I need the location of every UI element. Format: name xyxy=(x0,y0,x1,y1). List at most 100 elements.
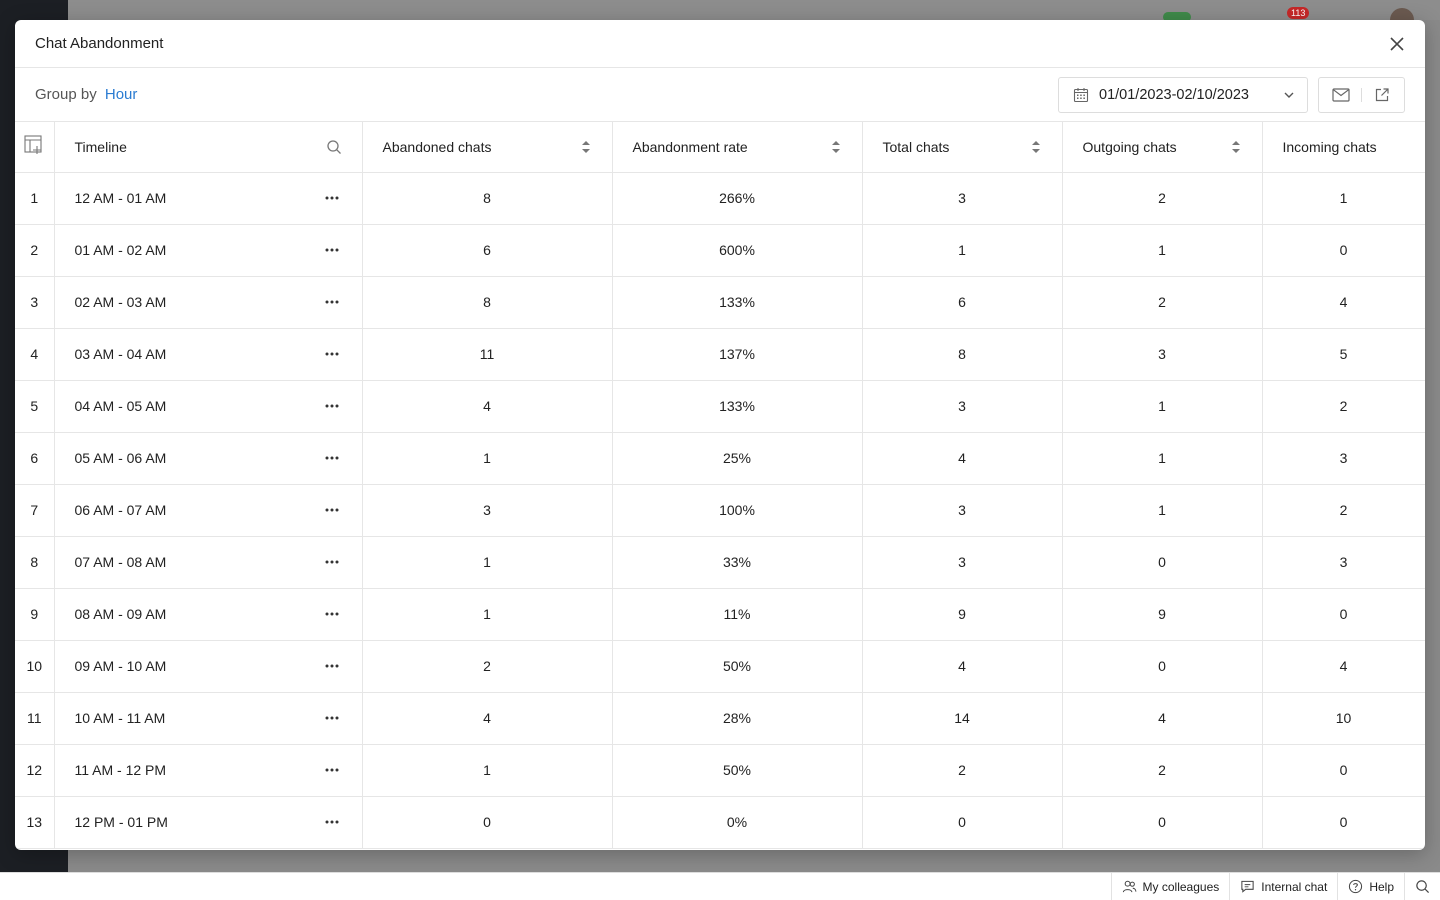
header-incoming-chats[interactable]: Incoming chats xyxy=(1262,122,1425,173)
table-body: 1 12 AM - 01 AM 8 266% 3 2 1 2 01 AM - 02 AM 6 600… xyxy=(15,172,1425,849)
table-row: 1 12 AM - 01 AM 8 266% 3 2 1 xyxy=(15,172,1425,225)
external-link-icon xyxy=(1375,87,1389,101)
row-more-button[interactable] xyxy=(322,448,342,468)
help-label: Help xyxy=(1369,879,1394,894)
outgoing-chats-cell: 1 xyxy=(1062,432,1263,485)
global-search-button[interactable] xyxy=(1404,872,1440,900)
timeline-value: 09 AM - 10 AM xyxy=(74,658,167,674)
chevron-down-icon xyxy=(1284,92,1294,98)
row-more-button[interactable] xyxy=(322,656,342,676)
incoming-chats-cell: 0 xyxy=(1262,588,1425,641)
abandonment-rate-cell: 133% xyxy=(612,380,863,433)
total-chats-cell: 3 xyxy=(862,172,1063,225)
outgoing-chats-cell: 2 xyxy=(1062,276,1263,329)
row-index: 12 xyxy=(15,744,55,797)
row-index: 8 xyxy=(15,536,55,589)
timeline-value: 07 AM - 08 AM xyxy=(74,554,167,570)
row-more-button[interactable] xyxy=(322,812,342,832)
search-icon[interactable] xyxy=(326,139,342,155)
more-horizontal-icon xyxy=(325,300,338,304)
timeline-cell: 02 AM - 03 AM xyxy=(54,276,363,329)
row-index: 11 xyxy=(15,692,55,745)
internal-chat-button[interactable]: Internal chat xyxy=(1229,872,1337,900)
row-more-button[interactable] xyxy=(322,292,342,312)
row-more-button[interactable] xyxy=(322,240,342,260)
column-settings-button[interactable] xyxy=(23,134,45,156)
header-incoming-chats-label: Incoming chats xyxy=(1282,138,1377,155)
incoming-chats-cell: 0 xyxy=(1262,744,1425,797)
row-index: 5 xyxy=(15,380,55,433)
table-row: 7 06 AM - 07 AM 3 100% 3 1 2 xyxy=(15,484,1425,537)
outgoing-chats-cell: 3 xyxy=(1062,328,1263,381)
sort-icon[interactable] xyxy=(1030,139,1042,155)
sort-icon[interactable] xyxy=(830,139,842,155)
total-chats-cell: 4 xyxy=(862,432,1063,485)
abandonment-rate-cell: 50% xyxy=(612,744,863,797)
timeline-cell: 08 AM - 09 AM xyxy=(54,588,363,641)
abandonment-rate-cell: 266% xyxy=(612,172,863,225)
outgoing-chats-cell: 2 xyxy=(1062,172,1263,225)
abandoned-chats-cell: 8 xyxy=(362,276,613,329)
row-more-button[interactable] xyxy=(322,604,342,624)
sort-icon[interactable] xyxy=(580,139,592,155)
my-colleagues-button[interactable]: My colleagues xyxy=(1110,872,1230,900)
row-more-button[interactable] xyxy=(322,552,342,572)
row-more-button[interactable] xyxy=(322,188,342,208)
header-total-chats[interactable]: Total chats xyxy=(862,122,1063,173)
export-actions xyxy=(1318,76,1405,113)
header-abandoned-chats[interactable]: Abandoned chats xyxy=(362,122,613,173)
row-more-button[interactable] xyxy=(322,500,342,520)
help-button[interactable]: Help xyxy=(1337,872,1404,900)
header-abandonment-rate[interactable]: Abandonment rate xyxy=(612,122,863,173)
incoming-chats-cell: 10 xyxy=(1262,692,1425,745)
outgoing-chats-cell: 1 xyxy=(1062,224,1263,277)
outgoing-chats-cell: 1 xyxy=(1062,484,1263,537)
row-more-button[interactable] xyxy=(322,708,342,728)
outgoing-chats-cell: 0 xyxy=(1062,640,1263,693)
date-range-picker[interactable]: 01/01/2023-02/10/2023 xyxy=(1058,76,1308,113)
incoming-chats-cell: 2 xyxy=(1262,380,1425,433)
row-more-button[interactable] xyxy=(322,396,342,416)
more-horizontal-icon xyxy=(325,560,338,564)
timeline-cell: 12 AM - 01 AM xyxy=(54,172,363,225)
more-horizontal-icon xyxy=(325,352,338,356)
table-columns-icon xyxy=(24,135,42,155)
internal-chat-label: Internal chat xyxy=(1261,879,1328,894)
table-row: 11 10 AM - 11 AM 4 28% 14 4 10 xyxy=(15,692,1425,745)
calendar-icon xyxy=(1073,87,1089,102)
total-chats-cell: 3 xyxy=(862,380,1063,433)
row-index: 4 xyxy=(15,328,55,381)
timeline-value: 06 AM - 07 AM xyxy=(74,502,167,518)
timeline-cell: 12 PM - 01 PM xyxy=(54,796,363,849)
more-horizontal-icon xyxy=(325,768,338,772)
row-more-button[interactable] xyxy=(322,344,342,364)
notification-badge: 113 xyxy=(1287,7,1310,19)
my-colleagues-label: My colleagues xyxy=(1142,879,1220,894)
timeline-value: 12 PM - 01 PM xyxy=(74,814,168,830)
row-index: 3 xyxy=(15,276,55,329)
abandoned-chats-cell: 4 xyxy=(362,692,613,745)
row-more-button[interactable] xyxy=(322,760,342,780)
group-by-value[interactable]: Hour xyxy=(105,86,138,103)
header-outgoing-chats[interactable]: Outgoing chats xyxy=(1062,122,1263,173)
abandonment-rate-cell: 0% xyxy=(612,796,863,849)
close-button[interactable] xyxy=(1387,34,1407,54)
timeline-value: 03 AM - 04 AM xyxy=(74,346,167,362)
more-horizontal-icon xyxy=(325,196,338,200)
table-row: 2 01 AM - 02 AM 6 600% 1 1 0 xyxy=(15,224,1425,277)
timeline-value: 02 AM - 03 AM xyxy=(74,294,167,310)
outgoing-chats-cell: 9 xyxy=(1062,588,1263,641)
total-chats-cell: 14 xyxy=(862,692,1063,745)
sort-icon[interactable] xyxy=(1230,139,1242,155)
timeline-cell: 05 AM - 06 AM xyxy=(54,432,363,485)
timeline-value: 05 AM - 06 AM xyxy=(74,450,167,466)
open-external-button[interactable] xyxy=(1368,81,1396,109)
email-report-button[interactable] xyxy=(1327,81,1355,109)
timeline-cell: 10 AM - 11 AM xyxy=(54,692,363,745)
timeline-value: 11 AM - 12 PM xyxy=(74,762,167,778)
table-row: 5 04 AM - 05 AM 4 133% 3 1 2 xyxy=(15,380,1425,433)
total-chats-cell: 3 xyxy=(862,484,1063,537)
table-row: 13 12 PM - 01 PM 0 0% 0 0 0 xyxy=(15,796,1425,849)
timeline-value: 10 AM - 11 AM xyxy=(74,710,166,726)
total-chats-cell: 1 xyxy=(862,224,1063,277)
